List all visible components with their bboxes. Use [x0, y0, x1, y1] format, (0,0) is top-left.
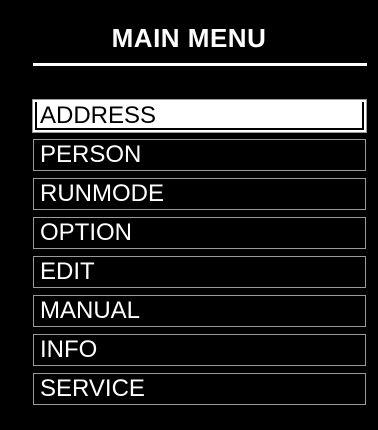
menu-item-option[interactable]: OPTION [33, 217, 366, 249]
menu-item-label: OPTION [40, 219, 133, 246]
menu-item-person[interactable]: PERSON [33, 139, 366, 171]
menu-item-label: RUNMODE [40, 180, 164, 207]
menu-item-label: PERSON [40, 141, 142, 168]
menu-item-runmode[interactable]: RUNMODE [33, 178, 366, 210]
main-menu-list: ADDRESS PERSON RUNMODE OPTION EDIT MANUA… [32, 99, 367, 412]
title-divider [33, 63, 367, 66]
menu-item-service[interactable]: SERVICE [33, 373, 366, 405]
selection-highlight: ADDRESS [37, 102, 362, 129]
menu-item-address[interactable]: ADDRESS [32, 99, 367, 133]
menu-item-label: MANUAL [40, 297, 141, 324]
menu-item-label: SERVICE [40, 375, 145, 402]
menu-item-label: ADDRESS [40, 102, 157, 129]
menu-item-label: INFO [40, 336, 98, 363]
page-title: MAIN MENU [111, 23, 267, 53]
menu-item-edit[interactable]: EDIT [33, 256, 366, 288]
menu-item-manual[interactable]: MANUAL [33, 295, 366, 327]
menu-screen: MAIN MENU ADDRESS PERSON RUNMODE OPTION … [0, 0, 378, 430]
menu-item-info[interactable]: INFO [33, 334, 366, 366]
menu-item-label: EDIT [40, 258, 95, 285]
